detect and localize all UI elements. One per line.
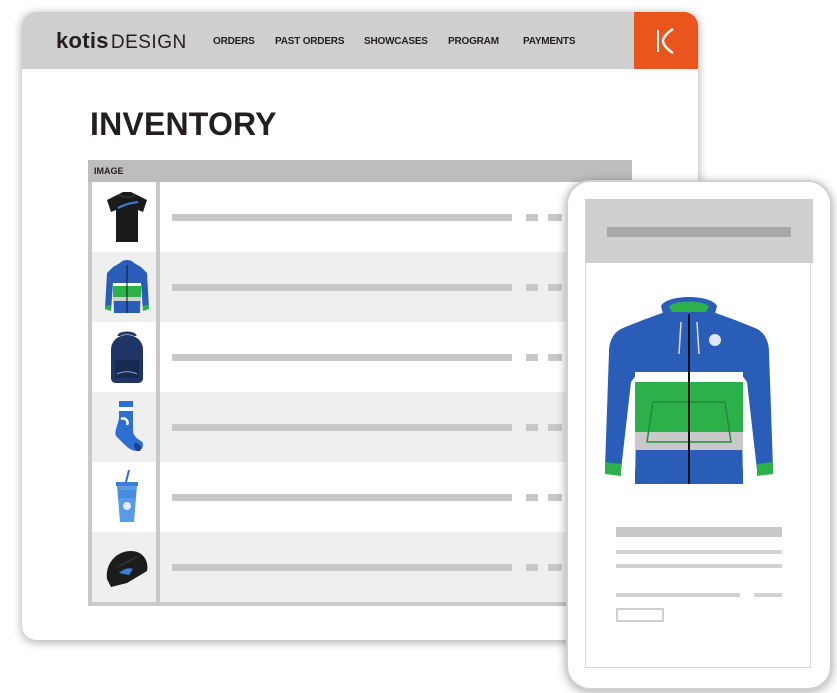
beanie-icon	[106, 551, 148, 587]
row-placeholder-bar	[526, 424, 538, 431]
mobile-product-title-placeholder	[616, 527, 782, 537]
tshirt-icon	[107, 192, 147, 242]
row-placeholder-bar	[526, 354, 538, 361]
table-row[interactable]	[92, 322, 628, 392]
column-separator	[156, 182, 160, 602]
table-row[interactable]	[92, 182, 628, 252]
nav-program[interactable]: PROGRAM	[448, 36, 499, 48]
row-placeholder-bar	[526, 494, 538, 501]
table-header: IMAGE	[88, 160, 632, 182]
table-row[interactable]	[92, 392, 628, 462]
mobile-header	[585, 199, 813, 263]
product-thumbnail	[96, 186, 158, 248]
nav-past-orders[interactable]: PAST ORDERS	[275, 36, 344, 48]
mobile-action-button[interactable]	[616, 608, 664, 622]
mobile-text-placeholder	[616, 564, 782, 568]
nav-payments[interactable]: PAYMENTS	[523, 36, 576, 48]
table-row[interactable]	[92, 532, 628, 602]
inventory-table: IMAGE	[88, 160, 632, 606]
row-placeholder-bar	[548, 494, 562, 501]
kotis-k-icon	[657, 27, 674, 54]
row-placeholder-bar	[548, 354, 562, 361]
row-placeholder-bar	[172, 214, 512, 221]
row-placeholder-bar	[172, 284, 512, 291]
row-placeholder-bar	[548, 424, 562, 431]
nav-orders[interactable]: ORDERS	[213, 36, 255, 48]
backpack-icon	[111, 331, 143, 383]
page-title: INVENTORY	[90, 106, 277, 142]
top-nav: kotis DESIGN ORDERS PAST ORDERS SHOWCASES…	[22, 12, 698, 69]
row-placeholder-bar	[526, 564, 538, 571]
row-placeholder-bar	[548, 564, 562, 571]
row-placeholder-bar	[548, 284, 562, 291]
product-thumbnail	[96, 396, 158, 458]
product-thumbnail	[96, 466, 158, 528]
kotis-badge[interactable]	[634, 12, 698, 69]
nav-showcases[interactable]: SHOWCASES	[364, 36, 428, 48]
mobile-text-placeholder	[754, 593, 782, 597]
product-thumbnail	[96, 326, 158, 388]
row-placeholder-bar	[172, 424, 512, 431]
mobile-text-placeholder	[616, 593, 740, 597]
sock-icon	[115, 401, 144, 451]
row-placeholder-bar	[548, 214, 562, 221]
row-placeholder-bar	[172, 354, 512, 361]
mobile-device	[566, 180, 832, 690]
row-placeholder-bar	[172, 564, 512, 571]
mobile-text-placeholder	[616, 550, 782, 554]
column-header-image: IMAGE	[94, 166, 124, 176]
row-placeholder-bar	[526, 214, 538, 221]
mobile-header-placeholder	[607, 227, 791, 237]
logo-light: DESIGN	[110, 32, 187, 53]
row-placeholder-bar	[172, 494, 512, 501]
table-row[interactable]	[92, 462, 628, 532]
kotis-design-logo[interactable]: kotis DESIGN	[56, 28, 187, 54]
logo-bold: kotis	[56, 28, 109, 53]
tumbler-icon	[116, 469, 138, 522]
table-row[interactable]	[92, 252, 628, 322]
hoodie-icon	[105, 260, 149, 313]
product-thumbnail	[96, 256, 158, 318]
row-placeholder-bar	[526, 284, 538, 291]
product-thumbnail	[96, 536, 158, 598]
hoodie-icon[interactable]	[603, 292, 775, 500]
